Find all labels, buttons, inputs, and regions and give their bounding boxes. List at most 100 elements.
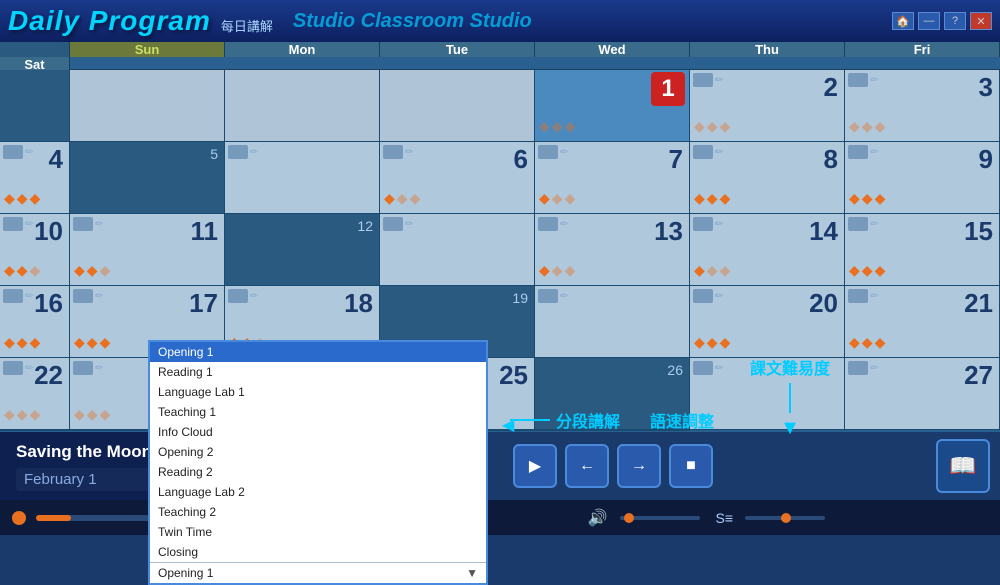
- volume-track[interactable]: [620, 516, 700, 520]
- annotation-segment-label: 分段講解: [556, 408, 620, 432]
- icons-tue-4: ◆◆◆: [849, 334, 885, 351]
- forward-button[interactable]: →: [617, 444, 661, 488]
- cal-wed-w1[interactable]: 1 ◆◆◆: [535, 70, 690, 142]
- icons-sat-1: ◆◆◆: [4, 190, 40, 207]
- icons-wed-2: ◆◆◆: [694, 190, 730, 207]
- play-button[interactable]: ▶: [513, 444, 557, 488]
- header-sun: Sun: [70, 42, 225, 57]
- date-14: 14: [809, 216, 838, 247]
- date-1: 1: [651, 72, 685, 106]
- icons-sat-2: ◆◆◆: [74, 262, 110, 279]
- cal-fri-w1[interactable]: ✏ 3 ◆◆◆: [845, 70, 1000, 142]
- date-2: 2: [824, 72, 838, 103]
- date-10: 10: [34, 216, 63, 247]
- cal-tue-w4[interactable]: ✏ 21 ◆◆◆: [845, 286, 1000, 358]
- cal-wed-w3[interactable]: ✏ 15 ◆◆◆: [845, 214, 1000, 286]
- icons-thu-3: ◆◆◆: [4, 334, 40, 351]
- date-6: 6: [514, 144, 528, 175]
- cal-wed-w2[interactable]: ✏ 8 ◆◆◆: [690, 142, 845, 214]
- cal-tue-w1[interactable]: [380, 70, 535, 142]
- cell-top-26s: ✏: [693, 361, 723, 375]
- app-title-right: Studio Classroom Studio: [293, 10, 532, 33]
- cell-top-14t: ✏: [693, 217, 723, 231]
- dropdown-item-langlab1[interactable]: Language Lab 1: [150, 382, 486, 402]
- title-bar: Daily Program 每日講解 Studio Classroom Stud…: [0, 0, 1000, 42]
- cal-mon-w5[interactable]: ✏ 27: [845, 358, 1000, 430]
- cal-thu-w3[interactable]: ✏ 16 ◆◆◆: [0, 286, 70, 358]
- icons-fri-1: ◆◆◆: [849, 118, 885, 135]
- icons-mon-2: ◆◆◆: [384, 190, 420, 207]
- date-16: 16: [34, 288, 63, 319]
- date-8: 8: [824, 144, 838, 175]
- close-button[interactable]: ✕: [970, 12, 992, 30]
- date-4: 4: [49, 144, 63, 175]
- cell-top-7t: ✏: [538, 145, 568, 159]
- cell-top-21t: ✏: [848, 289, 878, 303]
- icons-tue-3: ◆◆◆: [694, 262, 730, 279]
- lesson-dropdown-popup[interactable]: Opening 1 Reading 1 Language Lab 1 Teach…: [148, 340, 488, 585]
- speed-track[interactable]: [745, 516, 825, 520]
- date-15: 15: [964, 216, 993, 247]
- dropdown-item-closing[interactable]: Closing: [150, 542, 486, 562]
- dropdown-current-value[interactable]: Opening 1 ▼: [150, 562, 486, 583]
- cell-top-27t: ✏: [848, 361, 878, 375]
- dropdown-item-twintime[interactable]: Twin Time: [150, 522, 486, 542]
- icons-wed-3: ◆◆◆: [849, 262, 885, 279]
- header-fri: Fri: [845, 42, 1000, 57]
- book-button[interactable]: 📖: [936, 439, 990, 493]
- cal-mon-w2[interactable]: ✏ 6 ◆◆◆: [380, 142, 535, 214]
- cal-tue-w2[interactable]: ✏ 7 ◆◆◆: [535, 142, 690, 214]
- dropdown-item-teaching2[interactable]: Teaching 2: [150, 502, 486, 522]
- annotation-segment: ◀ 分段講解: [510, 408, 620, 432]
- annotation-speed: 語速調整: [650, 408, 714, 432]
- cell-top-4: ✏: [3, 145, 33, 159]
- date-11: 11: [191, 216, 219, 247]
- cal-tue-w3[interactable]: ✏ 14 ◆◆◆: [690, 214, 845, 286]
- cal-thu-w2[interactable]: ✏ 9 ◆◆◆: [845, 142, 1000, 214]
- day-headers: Sun Mon Tue Wed Thu Fri Sat: [0, 42, 1000, 70]
- cal-tue-w5[interactable]: ✏ 28: [0, 430, 70, 431]
- cell-top-18t: ✏: [228, 289, 258, 303]
- cell-top-13t: ✏: [538, 217, 568, 231]
- dropdown-item-infocloud[interactable]: Info Cloud: [150, 422, 486, 442]
- date-25: 25: [499, 360, 528, 391]
- cal-sun-w1[interactable]: [70, 70, 225, 142]
- dropdown-item-opening1[interactable]: Opening 1: [150, 342, 486, 362]
- cal-mon-w4[interactable]: ✏ 20 ◆◆◆: [690, 286, 845, 358]
- cell-top-16t: ✏: [3, 289, 33, 303]
- cal-sun-w2[interactable]: ✏: [225, 142, 380, 214]
- week-num-2: 5: [70, 142, 225, 214]
- help-button[interactable]: ?: [944, 12, 966, 30]
- header-thu: Thu: [690, 42, 845, 57]
- cal-sat-w1[interactable]: ✏ 4 ◆◆◆: [0, 142, 70, 214]
- header-tue: Tue: [380, 42, 535, 57]
- speed-dot: [781, 513, 791, 523]
- icons-mon-3: ◆◆◆: [539, 262, 575, 279]
- cal-mon-w3[interactable]: ✏ 13 ◆◆◆: [535, 214, 690, 286]
- cal-fri-w2[interactable]: ✏ 10 ◆◆◆: [0, 214, 70, 286]
- cal-thu-w1[interactable]: ✏ 2 ◆◆◆: [690, 70, 845, 142]
- back-button[interactable]: ←: [565, 444, 609, 488]
- cal-sat-w2[interactable]: ✏ 11 ◆◆◆: [70, 214, 225, 286]
- stop-button[interactable]: ■: [669, 444, 713, 488]
- cell-top-9t: ✏: [848, 145, 878, 159]
- dropdown-arrow-icon: ▼: [466, 566, 478, 580]
- dropdown-item-reading1[interactable]: Reading 1: [150, 362, 486, 382]
- dropdown-selected-label: Opening 1: [158, 566, 213, 580]
- home-button[interactable]: 🏠: [892, 12, 914, 30]
- dropdown-item-opening2[interactable]: Opening 2: [150, 442, 486, 462]
- dropdown-item-teaching1[interactable]: Teaching 1: [150, 402, 486, 422]
- week-num-1: [0, 70, 70, 142]
- cell-top-10t: ✏: [3, 217, 33, 231]
- cal-wed-w4[interactable]: ✏ 22 ◆◆◆: [0, 358, 70, 430]
- cal-sun-w4[interactable]: ✏: [535, 286, 690, 358]
- minimize-button[interactable]: —: [918, 12, 940, 30]
- header-wed: Wed: [535, 42, 690, 57]
- cal-mon-w1[interactable]: [225, 70, 380, 142]
- dropdown-item-langlab2[interactable]: Language Lab 2: [150, 482, 486, 502]
- header-mon: Mon: [225, 42, 380, 57]
- dropdown-item-reading2[interactable]: Reading 2: [150, 462, 486, 482]
- week-col-header: [0, 42, 70, 57]
- cal-sun-w3[interactable]: ✏: [380, 214, 535, 286]
- annotation-difficulty-label: 課文難易度: [750, 355, 830, 379]
